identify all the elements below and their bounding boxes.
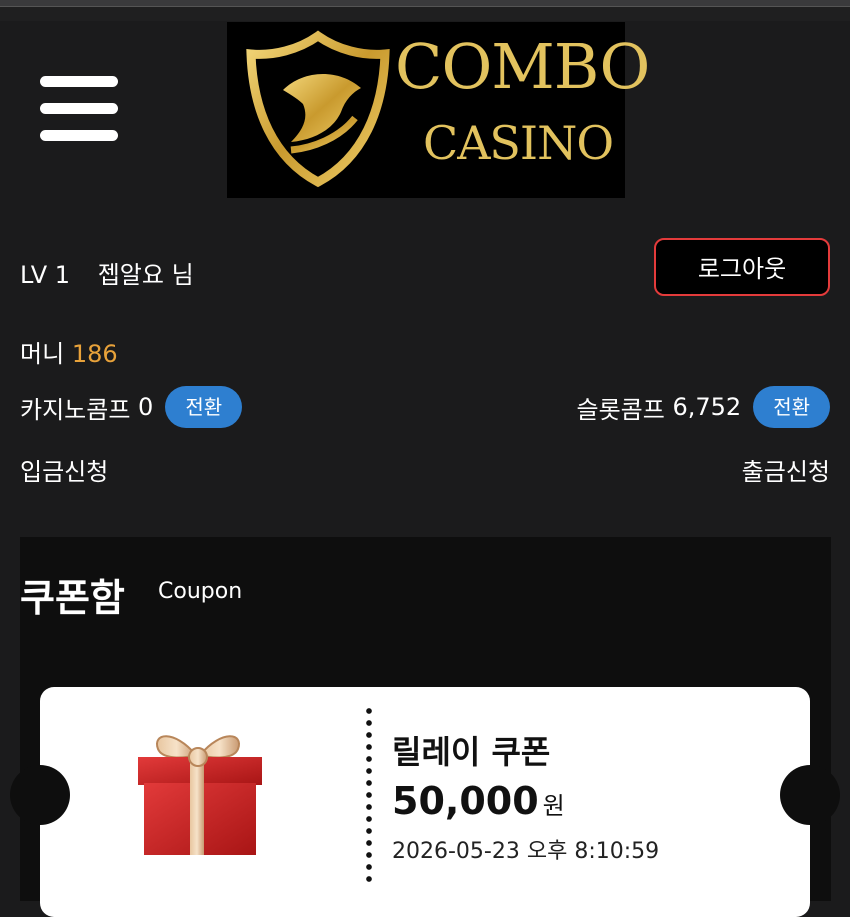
coupon-date: 2026-05-23 오후 8:10:59: [392, 839, 660, 864]
slot-comp-value: 6,752: [672, 393, 742, 421]
money-label: 머니: [20, 340, 65, 368]
slot-comp-label: 슬롯콤프: [576, 395, 665, 424]
site-logo[interactable]: COMBO CASINO: [227, 22, 650, 198]
coupon-amount: 50,000: [392, 779, 539, 823]
casino-comp: 카지노콤프 0 전환: [20, 386, 243, 428]
top-edge: [0, 0, 850, 7]
logout-button[interactable]: 로그아웃: [654, 238, 830, 296]
slot-comp: 슬롯콤프 6,752 전환: [576, 386, 830, 428]
user-name: 젭알요 님: [97, 261, 194, 289]
money-value: 186: [71, 340, 118, 368]
deposit-request-link[interactable]: 입금신청: [20, 452, 108, 487]
withdraw-request-link[interactable]: 출금신청: [742, 452, 830, 487]
ticket-notch-left: [10, 765, 70, 825]
coupon-amount-row: 50,000 원: [392, 779, 565, 823]
ticket-perforation: [366, 705, 372, 885]
coupon-panel: 쿠폰함 Coupon 릴레이 쿠폰 50,000 원 2026-05-23 오후…: [10, 537, 840, 917]
logo-text-casino: CASINO: [423, 116, 614, 170]
user-level: LV 1: [20, 261, 71, 289]
menu-icon[interactable]: [40, 76, 118, 142]
shield-logo-icon: [246, 30, 390, 188]
casino-comp-label: 카지노콤프: [20, 395, 131, 424]
coupon-amount-unit: 원: [542, 792, 565, 820]
coupon-title: 쿠폰함: [20, 576, 125, 620]
header-band: [0, 7, 850, 21]
coupon-name: 릴레이 쿠폰: [392, 733, 551, 771]
coupon-subtitle: Coupon: [158, 579, 243, 604]
money-row: 머니 186: [20, 334, 830, 369]
casino-comp-value: 0: [138, 393, 154, 421]
casino-comp-convert-button[interactable]: 전환: [165, 386, 243, 428]
ticket-notch-right: [780, 765, 840, 825]
gift-box-icon: [138, 735, 262, 855]
logo-text-combo: COMBO: [395, 30, 650, 103]
coupon-ticket[interactable]: 릴레이 쿠폰 50,000 원 2026-05-23 오후 8:10:59: [40, 687, 810, 917]
slot-comp-convert-button[interactable]: 전환: [753, 386, 830, 428]
